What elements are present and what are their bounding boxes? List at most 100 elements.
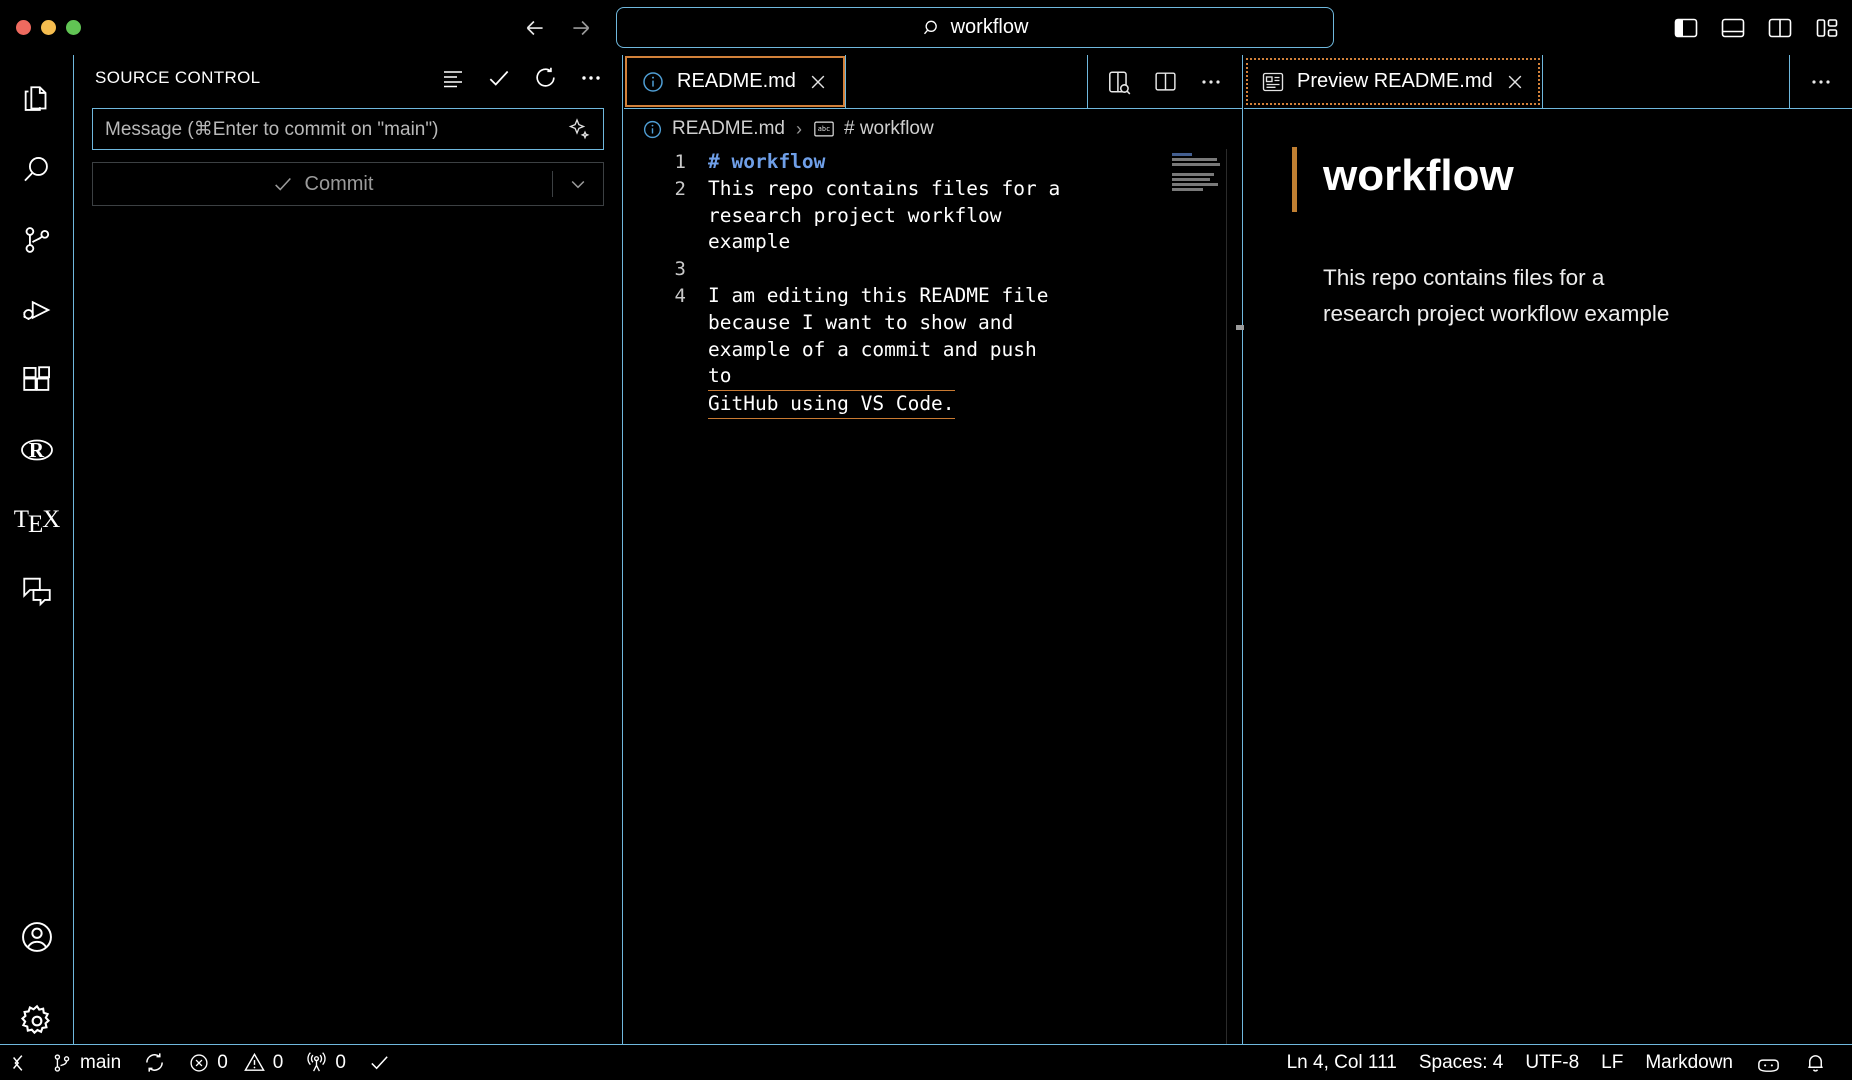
commit-button[interactable]: Commit — [92, 162, 604, 206]
tab-bar-empty-space — [846, 55, 1088, 108]
editor-actions-left — [1088, 55, 1242, 108]
status-editor-encoding[interactable]: UTF-8 — [1514, 1045, 1590, 1080]
breadcrumb-file[interactable]: README.md — [672, 118, 785, 140]
activity-bar-item-account[interactable] — [0, 902, 73, 972]
minimize-window-button[interactable] — [41, 20, 56, 35]
minimap-line — [1172, 188, 1204, 191]
more-actions-icon[interactable] — [578, 65, 604, 91]
radio-tower-icon — [305, 1051, 328, 1074]
command-center[interactable]: workflow — [616, 7, 1334, 48]
tab-bar-right: Preview README.md — [1244, 55, 1852, 109]
status-editor-indentation[interactable]: Spaces: 4 — [1408, 1045, 1515, 1080]
warning-icon — [243, 1051, 266, 1074]
minimap-line — [1172, 153, 1192, 156]
refresh-icon[interactable] — [532, 65, 558, 91]
commit-button-dropdown[interactable] — [553, 174, 603, 194]
code-editor[interactable]: 1 # workflow 2 This repo contains files … — [624, 149, 1242, 1080]
toggle-primary-sidebar-icon[interactable] — [1673, 15, 1699, 41]
code-line: 4 I am editing this README file because … — [624, 283, 1242, 419]
commit-message-placeholder: Message (⌘Enter to commit on "main") — [105, 118, 439, 140]
git-branch-icon — [51, 1052, 73, 1074]
markdown-preview[interactable]: workflow This repo contains files for a … — [1244, 109, 1852, 1040]
window-traffic-lights — [0, 20, 81, 35]
status-error-count: 0 — [217, 1051, 228, 1073]
status-editor-position[interactable]: Ln 4, Col 111 — [1276, 1045, 1408, 1080]
code-line: 2 This repo contains files for a researc… — [624, 176, 1242, 256]
status-bar: main 0 0 0 Ln 4, Col 111 Spaces: 4 UTF-8… — [0, 1044, 1852, 1080]
tab-readme-md[interactable]: README.md — [624, 55, 846, 108]
editor-scrollbar[interactable] — [1226, 149, 1242, 1080]
minimap-line — [1172, 183, 1218, 186]
line-number: 2 — [674, 177, 686, 200]
commit-check-icon[interactable] — [486, 65, 512, 91]
navigation-controls — [522, 15, 594, 41]
customize-layout-icon[interactable] — [1814, 15, 1840, 41]
editor-actions-right — [1790, 55, 1852, 108]
line-number: 4 — [674, 284, 686, 307]
close-window-button[interactable] — [16, 20, 31, 35]
sidebar-header: SOURCE CONTROL — [75, 55, 622, 100]
editor-area: README.md README.md › abc # workflow 1 #… — [624, 55, 1852, 1080]
source-control-sidebar: SOURCE CONTROL Message (⌘Enter to commit… — [75, 55, 623, 1080]
status-ports[interactable]: 0 — [294, 1045, 357, 1080]
info-icon — [642, 119, 663, 140]
title-bar: workflow — [0, 0, 1852, 55]
status-editor-language[interactable]: Markdown — [1634, 1045, 1744, 1080]
activity-bar-item-explorer[interactable] — [0, 65, 73, 135]
tab-preview-readme-md[interactable]: Preview README.md — [1244, 55, 1543, 108]
line-number: 3 — [674, 258, 686, 281]
activity-bar-item-search[interactable] — [0, 135, 73, 205]
toggle-secondary-sidebar-icon[interactable] — [1767, 15, 1793, 41]
breadcrumb-symbol[interactable]: # workflow — [844, 118, 934, 140]
commit-button-main[interactable]: Commit — [93, 163, 552, 205]
sparkle-icon[interactable] — [567, 117, 591, 141]
abc-symbol-icon: abc — [813, 120, 835, 138]
status-copilot[interactable] — [1744, 1045, 1793, 1080]
code-line: 3 — [624, 256, 1242, 283]
status-editor-eol[interactable]: LF — [1590, 1045, 1634, 1080]
more-actions-icon[interactable] — [1198, 69, 1224, 95]
close-icon[interactable] — [808, 72, 828, 92]
status-problems[interactable]: 0 0 — [177, 1045, 294, 1080]
tab-bar-left: README.md — [624, 55, 1242, 109]
minimap-line — [1172, 163, 1220, 166]
close-icon[interactable] — [1505, 72, 1525, 92]
editor-group-left: README.md README.md › abc # workflow 1 #… — [624, 55, 1243, 1080]
editor-group-right: Preview README.md workflow This repo con… — [1244, 55, 1852, 1080]
activity-bar-item-run-and-debug[interactable] — [0, 275, 73, 345]
status-checks[interactable] — [357, 1045, 402, 1080]
open-preview-icon[interactable] — [1106, 69, 1132, 95]
maximize-window-button[interactable] — [66, 20, 81, 35]
code-text: This repo contains files for a research … — [708, 176, 1061, 254]
sidebar-actions — [440, 65, 604, 91]
code-line: 1 # workflow — [624, 149, 1242, 176]
tab-label: Preview README.md — [1297, 70, 1493, 92]
more-actions-icon[interactable] — [1808, 69, 1834, 95]
code-text: # workflow — [708, 150, 826, 173]
split-editor-icon[interactable] — [1152, 69, 1178, 95]
code-text: I am editing this README file because I … — [708, 283, 1068, 419]
activity-bar-item-r[interactable]: R — [0, 415, 73, 485]
view-as-list-icon[interactable] — [440, 65, 466, 91]
activity-bar-item-extensions[interactable] — [0, 345, 73, 415]
line-number: 1 — [674, 151, 686, 173]
status-remote-indicator[interactable] — [0, 1045, 40, 1080]
activity-bar-item-latex[interactable]: TEX — [0, 485, 73, 555]
status-sync-changes[interactable] — [132, 1045, 177, 1080]
activity-bar-item-chat[interactable] — [0, 555, 73, 625]
minimap[interactable] — [1172, 153, 1224, 1079]
preview-icon — [1261, 70, 1285, 94]
activity-bar-item-source-control[interactable] — [0, 205, 73, 275]
bell-icon — [1804, 1051, 1827, 1074]
preview-heading: workflow — [1292, 147, 1812, 212]
commit-message-input[interactable]: Message (⌘Enter to commit on "main") — [92, 108, 604, 150]
status-branch[interactable]: main — [40, 1045, 132, 1080]
cursor-line: GitHub using VS Code. — [708, 390, 955, 419]
toggle-panel-icon[interactable] — [1720, 15, 1746, 41]
tab-label: README.md — [677, 70, 796, 92]
forward-arrow-icon[interactable] — [568, 15, 594, 41]
back-arrow-icon[interactable] — [522, 15, 548, 41]
status-notifications[interactable] — [1793, 1045, 1838, 1080]
check-icon — [272, 173, 294, 195]
code-lines: 1 # workflow 2 This repo contains files … — [624, 149, 1242, 419]
